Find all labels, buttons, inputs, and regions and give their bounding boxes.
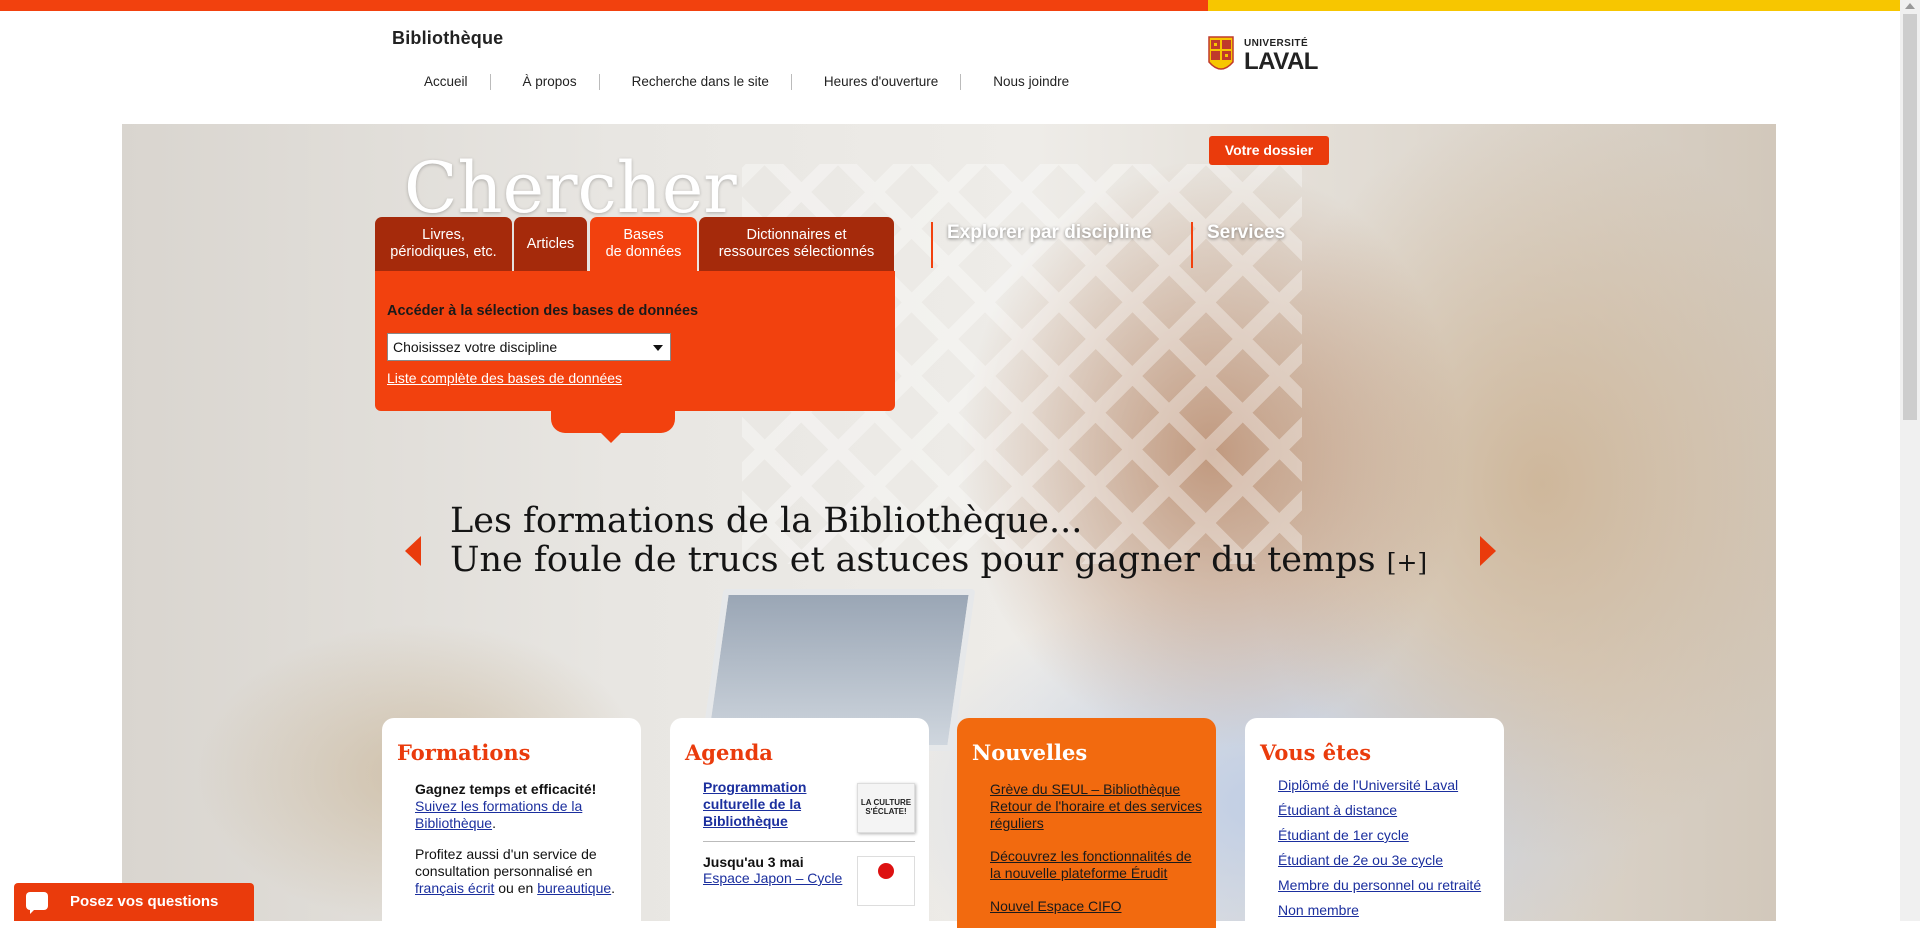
punctuation: . <box>611 880 616 896</box>
audience-link-personnel[interactable]: Membre du personnel ou retraité <box>1278 877 1490 894</box>
agenda-item[interactable]: Jusqu'au 3 mai Espace Japon – Cycle <box>703 854 915 906</box>
top-nav: Accueil À propos Recherche dans le site … <box>392 72 1091 92</box>
services-link[interactable]: Services <box>1191 222 1285 268</box>
card-title: Formations <box>397 740 531 765</box>
card-title: Agenda <box>685 740 773 765</box>
francais-ecrit-link[interactable]: français écrit <box>415 880 494 896</box>
site-title[interactable]: Bibliothèque <box>392 28 503 49</box>
card-formations: Formations Gagnez temps et efficacité! S… <box>382 718 641 928</box>
scroll-up-arrow-icon[interactable] <box>1905 3 1915 9</box>
tab-label-line2: périodiques, etc. <box>390 244 497 260</box>
audience-link-2e-3e-cycle[interactable]: Étudiant de 2e ou 3e cycle <box>1278 852 1490 869</box>
consultation-text: Profitez aussi d'un service de consultat… <box>415 846 597 879</box>
punctuation: . <box>492 815 496 831</box>
tab-articles[interactable]: Articles <box>514 217 587 271</box>
news-item[interactable]: Nouvel Espace CIFO <box>990 898 1202 915</box>
audience-link-1er-cycle[interactable]: Étudiant de 1er cycle <box>1278 827 1490 844</box>
card-title: Nouvelles <box>972 740 1088 765</box>
nav-recherche-site[interactable]: Recherche dans le site <box>598 74 791 90</box>
discipline-select[interactable]: Choisissez votre discipline <box>387 333 671 361</box>
tab-label-line1: Bases <box>623 227 664 243</box>
card-vous-etes: Vous êtes Diplômé de l'Université Laval … <box>1245 718 1504 928</box>
tab-bases-de-donnees[interactable]: Bases de données <box>590 217 697 271</box>
slider-next-arrow-icon[interactable] <box>1480 536 1496 566</box>
audience-link-non-membre[interactable]: Non membre <box>1278 902 1490 919</box>
news-item[interactable]: Grève du SEUL – Bibliothèque Retour de l… <box>990 781 1202 832</box>
tab-label-line1: Livres, <box>422 227 465 243</box>
chevron-down-icon <box>653 345 663 351</box>
slide-line1: Les formations de la Bibliothèque... <box>450 501 1083 541</box>
explorer-par-discipline-link[interactable]: Explorer par discipline <box>931 222 1152 268</box>
audience-link-diplome[interactable]: Diplômé de l'Université Laval <box>1278 777 1490 794</box>
card-agenda: Agenda Programmation culturelle de la Bi… <box>670 718 929 928</box>
top-color-bar-yellow <box>1208 0 1920 11</box>
select-value: Choisissez votre discipline <box>393 339 558 355</box>
nav-a-propos[interactable]: À propos <box>489 74 599 90</box>
tab-label-line2: ressources sélectionnés <box>718 244 875 260</box>
audience-list: Diplômé de l'Université Laval Étudiant à… <box>1278 777 1490 919</box>
tab-label-line1: Dictionnaires et <box>746 227 847 243</box>
panel-label: Accéder à la sélection des bases de donn… <box>387 303 699 319</box>
nav-heures-ouverture[interactable]: Heures d'ouverture <box>790 74 960 90</box>
audience-link-distance[interactable]: Étudiant à distance <box>1278 802 1490 819</box>
top-color-bar-red <box>0 0 1208 11</box>
formations-tagline: Gagnez temps et efficacité! <box>415 781 597 797</box>
nav-accueil[interactable]: Accueil <box>392 74 490 90</box>
tab-dictionnaires[interactable]: Dictionnaires et ressources sélectionnés <box>699 217 894 271</box>
news-item[interactable]: Découvrez les fonctionnalités de la nouv… <box>990 848 1202 882</box>
search-heading: Chercher <box>404 147 737 229</box>
card-title: Vous êtes <box>1260 740 1372 765</box>
chat-bubble-icon <box>26 892 48 914</box>
logo-text-laval: LAVAL <box>1244 48 1318 75</box>
panel-pointer <box>597 429 625 443</box>
slide-line2: Une foule de trucs et astuces pour gagne… <box>450 540 1376 580</box>
nav-nous-joindre[interactable]: Nous joindre <box>960 74 1091 90</box>
card-nouvelles: Nouvelles Grève du SEUL – Bibliothèque R… <box>957 718 1216 928</box>
chat-button[interactable]: Posez vos questions <box>14 883 254 921</box>
agenda-item[interactable]: Programmation culturelle de la Bibliothè… <box>703 779 915 842</box>
slider-prev-arrow-icon[interactable] <box>405 536 421 566</box>
tab-label-line2: de données <box>605 244 682 260</box>
slide-more-link[interactable]: [+] <box>1387 548 1427 577</box>
chat-label: Posez vos questions <box>70 893 219 910</box>
culture-thumbnail[interactable]: LA CULTURE S'ÉCLATE! <box>857 783 915 833</box>
scrollbar-thumb[interactable] <box>1903 14 1917 420</box>
database-list-link[interactable]: Liste complète des bases de données <box>387 370 622 386</box>
votre-dossier-button[interactable]: Votre dossier <box>1209 136 1329 165</box>
connector-text: ou en <box>494 880 538 896</box>
scrollbar[interactable] <box>1900 0 1920 921</box>
tab-livres-periodiques[interactable]: Livres, périodiques, etc. <box>375 217 512 271</box>
university-shield-icon <box>1208 36 1234 70</box>
formations-link[interactable]: Suivez les formations de la Bibliothèque <box>415 798 582 831</box>
tab-label: Articles <box>526 235 575 252</box>
universite-laval-logo[interactable]: UNIVERSITÉ LAVAL <box>1208 34 1318 82</box>
search-panel: Accéder à la sélection des bases de donn… <box>375 271 895 443</box>
agenda-item-title[interactable]: Programmation culturelle de la Bibliothè… <box>703 779 853 830</box>
bureautique-link[interactable]: bureautique <box>537 880 611 896</box>
japon-thumbnail[interactable] <box>857 856 915 906</box>
slide-headline[interactable]: Les formations de la Bibliothèque... Une… <box>450 502 1427 582</box>
red-sun-icon <box>878 863 894 879</box>
